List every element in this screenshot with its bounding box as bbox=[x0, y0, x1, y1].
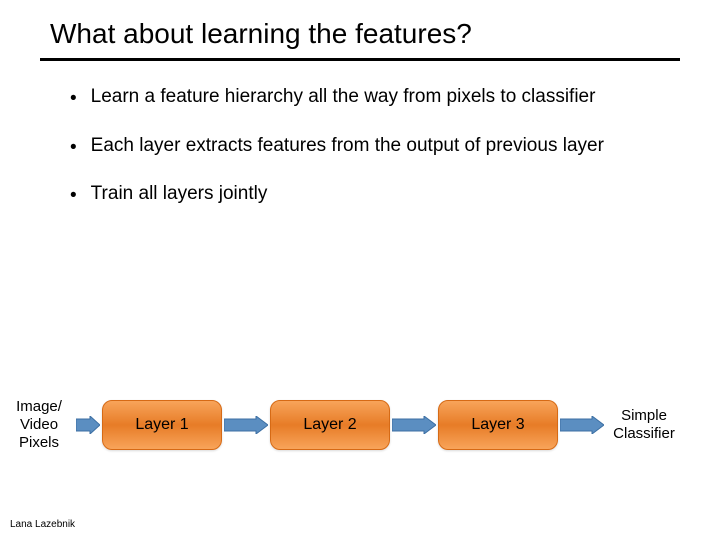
bullet-list: • Learn a feature hierarchy all the way … bbox=[0, 61, 720, 209]
bullet-item: • Learn a feature hierarchy all the way … bbox=[70, 85, 660, 112]
diagram-output-label: Simple Classifier bbox=[608, 407, 680, 443]
bullet-text: Learn a feature hierarchy all the way fr… bbox=[91, 85, 596, 110]
bullet-dot-icon: • bbox=[70, 87, 77, 112]
bullet-item: • Each layer extracts features from the … bbox=[70, 134, 660, 161]
layer-box-1: Layer 1 bbox=[102, 400, 222, 450]
arrow-icon bbox=[390, 416, 438, 434]
arrow-icon bbox=[74, 416, 102, 434]
credit-text: Lana Lazebnik bbox=[10, 519, 75, 530]
bullet-item: • Train all layers jointly bbox=[70, 182, 660, 209]
diagram-input-label: Image/ Video Pixels bbox=[4, 398, 74, 452]
arrow-icon bbox=[222, 416, 270, 434]
bullet-dot-icon: • bbox=[70, 184, 77, 209]
slide-title: What about learning the features? bbox=[0, 0, 720, 58]
layer-box-3: Layer 3 bbox=[438, 400, 558, 450]
pipeline-diagram: Image/ Video Pixels Layer 1 Layer 2 Laye… bbox=[0, 380, 720, 470]
arrow-icon bbox=[558, 416, 606, 434]
bullet-text: Each layer extracts features from the ou… bbox=[91, 134, 604, 159]
bullet-text: Train all layers jointly bbox=[91, 182, 268, 207]
layer-box-2: Layer 2 bbox=[270, 400, 390, 450]
bullet-dot-icon: • bbox=[70, 136, 77, 161]
